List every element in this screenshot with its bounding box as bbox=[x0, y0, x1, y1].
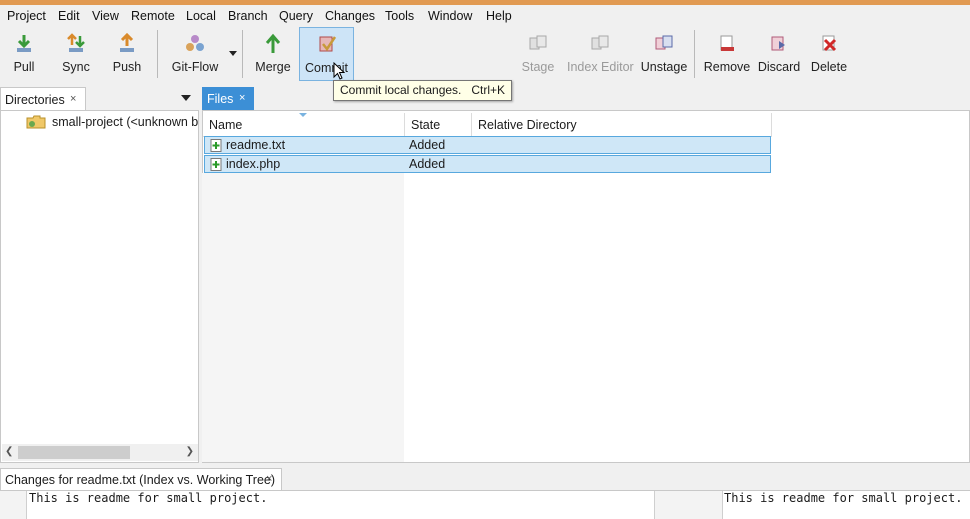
directory-label: small-project (<unknown b bbox=[52, 115, 199, 129]
directories-horizontal-scrollbar[interactable]: ❮ ❯ bbox=[2, 444, 198, 461]
remove-icon bbox=[720, 35, 734, 51]
directories-tab-label: Directories bbox=[5, 93, 65, 107]
menu-project[interactable]: Project bbox=[7, 9, 46, 23]
discard-button[interactable]: Discard bbox=[757, 27, 801, 81]
tooltip-shortcut: Ctrl+K bbox=[471, 83, 506, 97]
menu-view[interactable]: View bbox=[92, 9, 119, 23]
directories-panel: small-project (<unknown b ❮ ❯ bbox=[0, 110, 199, 463]
column-header-relative-directory[interactable]: Relative Directory bbox=[472, 113, 772, 137]
delete-button[interactable]: Delete bbox=[808, 27, 850, 81]
file-added-icon bbox=[210, 139, 222, 152]
sync-icon bbox=[67, 33, 85, 52]
directory-tree-item[interactable]: small-project (<unknown b bbox=[2, 113, 198, 132]
column-header-name[interactable]: Name bbox=[203, 113, 405, 137]
scrollbar-thumb[interactable] bbox=[18, 446, 130, 459]
scroll-left-icon[interactable]: ❮ bbox=[5, 446, 13, 457]
tab-changes[interactable]: Changes for readme.txt (Index vs. Workin… bbox=[0, 468, 282, 490]
index-editor-button[interactable]: Index Editor bbox=[567, 27, 634, 81]
name-column-background bbox=[202, 173, 404, 462]
table-row[interactable]: readme.txt Added bbox=[204, 136, 771, 154]
diff-view: This is readme for small project. This i… bbox=[0, 490, 970, 519]
file-state: Added bbox=[409, 157, 446, 171]
mouse-cursor-icon bbox=[333, 62, 345, 80]
left-gutter bbox=[0, 491, 26, 519]
folder-icon bbox=[26, 115, 46, 129]
unstage-button[interactable]: Unstage bbox=[640, 27, 688, 81]
stage-icon bbox=[529, 35, 547, 50]
menu-bar: Project Edit View Remote Local Branch Qu… bbox=[0, 5, 970, 27]
gitflow-button[interactable]: Git-Flow bbox=[168, 27, 222, 81]
push-button[interactable]: Push bbox=[106, 27, 148, 81]
remove-button[interactable]: Remove bbox=[703, 27, 751, 81]
center-gutter bbox=[654, 491, 722, 519]
stage-button[interactable]: Stage bbox=[518, 27, 558, 81]
delete-icon bbox=[822, 35, 837, 52]
menu-help[interactable]: Help bbox=[486, 9, 512, 23]
file-name: index.php bbox=[226, 157, 281, 171]
gutter-line bbox=[654, 491, 655, 519]
toolbar-separator bbox=[157, 30, 158, 78]
scroll-right-icon[interactable]: ❯ bbox=[186, 446, 194, 457]
tooltip-text: Commit local changes. bbox=[340, 83, 462, 97]
close-changes-tab-icon[interactable]: × bbox=[266, 473, 272, 485]
merge-button[interactable]: Merge bbox=[252, 27, 294, 81]
menu-local[interactable]: Local bbox=[186, 9, 216, 23]
unstage-icon bbox=[655, 35, 673, 50]
directories-menu-chevron-icon[interactable] bbox=[181, 95, 191, 101]
index-editor-icon bbox=[591, 35, 609, 50]
diff-right-text: This is readme for small project. bbox=[724, 491, 963, 505]
merge-icon bbox=[265, 33, 281, 53]
menu-branch[interactable]: Branch bbox=[228, 9, 268, 23]
toolbar-separator bbox=[242, 30, 243, 78]
files-tab-label: Files bbox=[207, 92, 234, 106]
menu-window[interactable]: Window bbox=[428, 9, 472, 23]
close-directories-tab-icon[interactable]: × bbox=[70, 93, 76, 105]
column-header-state[interactable]: State bbox=[405, 113, 472, 137]
menu-query[interactable]: Query bbox=[279, 9, 313, 23]
gitflow-icon bbox=[186, 35, 204, 51]
file-state: Added bbox=[409, 138, 446, 152]
menu-changes[interactable]: Changes bbox=[325, 9, 375, 23]
table-row[interactable]: index.php Added bbox=[204, 155, 771, 173]
changes-tab-label: Changes for readme.txt (Index vs. Workin… bbox=[5, 473, 276, 487]
pull-button[interactable]: Pull bbox=[4, 27, 44, 81]
push-icon bbox=[120, 33, 134, 52]
pull-icon bbox=[17, 35, 31, 52]
toolbar: Pull Sync Push Git-Flow Merge Commit Sta… bbox=[0, 27, 970, 85]
menu-edit[interactable]: Edit bbox=[58, 9, 80, 23]
commit-button[interactable]: Commit bbox=[299, 27, 354, 81]
discard-icon bbox=[771, 36, 785, 51]
sync-button[interactable]: Sync bbox=[55, 27, 97, 81]
gutter-line bbox=[26, 491, 27, 519]
menu-remote[interactable]: Remote bbox=[131, 9, 175, 23]
commit-icon bbox=[319, 36, 336, 52]
close-files-tab-icon[interactable]: × bbox=[239, 92, 245, 104]
gutter-line bbox=[722, 491, 723, 519]
toolbar-separator bbox=[694, 30, 695, 78]
file-added-icon bbox=[210, 158, 222, 171]
file-name: readme.txt bbox=[226, 138, 286, 152]
tab-directories[interactable]: Directories × bbox=[0, 87, 86, 110]
menu-tools[interactable]: Tools bbox=[385, 9, 414, 23]
commit-tooltip: Commit local changes. Ctrl+K bbox=[333, 80, 513, 101]
tab-files[interactable]: Files × bbox=[202, 87, 254, 110]
gitflow-dropdown-icon[interactable] bbox=[228, 51, 238, 57]
sort-indicator-icon bbox=[299, 113, 307, 117]
diff-left-text: This is readme for small project. bbox=[29, 491, 268, 505]
